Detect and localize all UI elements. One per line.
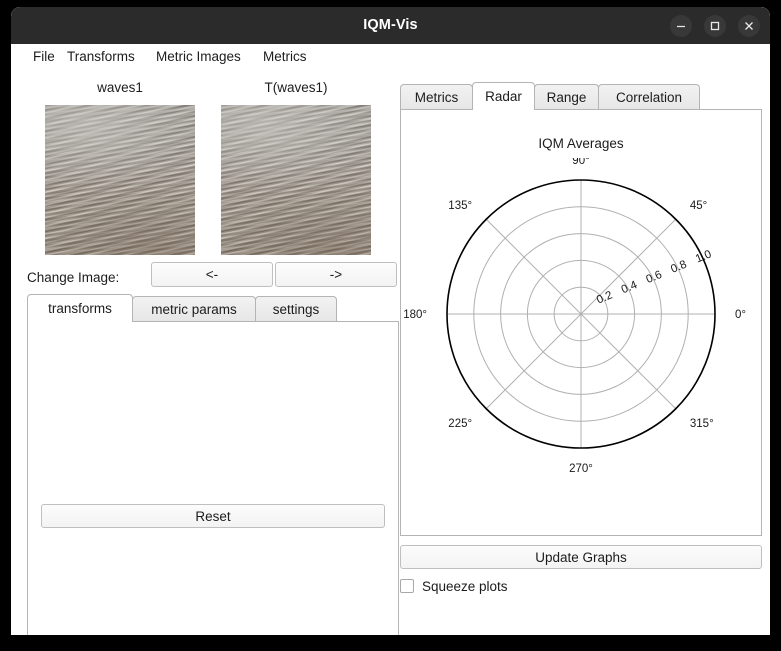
tab-transforms[interactable]: transforms <box>27 294 133 322</box>
polar-angular-tick-label: 180° <box>403 309 427 321</box>
polar-angular-tick-label: 135° <box>448 200 472 212</box>
polar-spoke-225 <box>485 313 582 410</box>
close-button[interactable] <box>738 15 760 37</box>
change-image-label: Change Image: <box>27 270 120 285</box>
menu-item-metrics[interactable]: Metrics <box>261 44 309 70</box>
maximize-button[interactable] <box>704 15 726 37</box>
squeeze-plots-label: Squeeze plots <box>422 579 508 594</box>
tab-correlation[interactable]: Correlation <box>598 84 700 110</box>
minimize-button[interactable] <box>670 15 692 37</box>
polar-radial-tick-label: 0.4 <box>620 279 640 296</box>
polar-spoke-135 <box>485 218 582 315</box>
menu-bar: File Transforms Metric Images Metrics <box>11 44 770 70</box>
right-tab-bar: Metrics Radar Range Correlation <box>400 82 770 110</box>
menu-item-file[interactable]: File <box>31 44 57 70</box>
menu-item-transforms[interactable]: Transforms <box>65 44 137 70</box>
transformed-image-caption: T(waves1) <box>264 80 328 95</box>
tab-settings[interactable]: settings <box>255 296 337 322</box>
polar-angular-tick-label: 225° <box>448 418 472 430</box>
left-panel: waves1 T(waves1) Change Image: <- -> tra… <box>11 70 399 635</box>
close-icon <box>745 22 753 30</box>
source-image-caption: waves1 <box>97 80 143 95</box>
minimize-icon <box>677 25 685 28</box>
transforms-tab-panel: Reset <box>27 321 399 635</box>
squeeze-plots-checkbox[interactable] <box>400 579 414 593</box>
tab-radar[interactable]: Radar <box>472 82 535 110</box>
left-tab-bar: transforms metric params settings <box>27 294 399 322</box>
menu-item-metric-images[interactable]: Metric Images <box>154 44 243 70</box>
polar-spoke-315 <box>580 313 677 410</box>
polar-spoke-45 <box>580 218 677 315</box>
transformed-image[interactable] <box>221 105 371 255</box>
polar-radial-tick-label: 0.6 <box>644 269 663 286</box>
polar-angular-tick-label: 315° <box>690 418 714 430</box>
tab-metrics[interactable]: Metrics <box>400 84 473 110</box>
window-titlebar: IQM-Vis <box>11 7 770 44</box>
source-image[interactable] <box>45 105 195 255</box>
polar-radial-tick-label: 1.0 <box>694 248 713 265</box>
reset-button[interactable]: Reset <box>41 504 385 528</box>
polar-angular-tick-label: 45° <box>690 200 707 212</box>
previous-image-button[interactable]: <- <box>151 262 273 287</box>
image-texture-shading <box>45 105 195 255</box>
right-panel: Metrics Radar Range Correlation IQM Aver… <box>391 70 770 635</box>
application-window: IQM-Vis File Transforms Metric Images Me… <box>11 7 770 635</box>
next-image-button[interactable]: -> <box>275 262 397 287</box>
polar-angular-tick-label: 0° <box>735 309 746 321</box>
maximize-icon <box>710 21 720 31</box>
window-title: IQM-Vis <box>363 17 418 33</box>
radar-tab-panel: IQM Averages 0° 45° 90° 135° 180° 225° 270° 315… <box>400 109 762 536</box>
plot-title: IQM Averages <box>538 136 624 151</box>
polar-radial-tick-label: 0.8 <box>669 259 688 276</box>
tab-range[interactable]: Range <box>534 84 599 110</box>
tab-metric-params[interactable]: metric params <box>132 296 256 322</box>
polar-angular-tick-label: 270° <box>569 463 593 475</box>
polar-radial-tick-label: 0.2 <box>595 289 614 306</box>
radar-polar-chart[interactable]: 0° 45° 90° 135° 180° 225° 270° 315° 0.2 0.40.6 0.8… <box>401 158 761 518</box>
image-texture-shading <box>221 105 371 255</box>
polar-angular-tick-label: 90° <box>572 158 589 167</box>
update-graphs-button[interactable]: Update Graphs <box>400 545 762 569</box>
